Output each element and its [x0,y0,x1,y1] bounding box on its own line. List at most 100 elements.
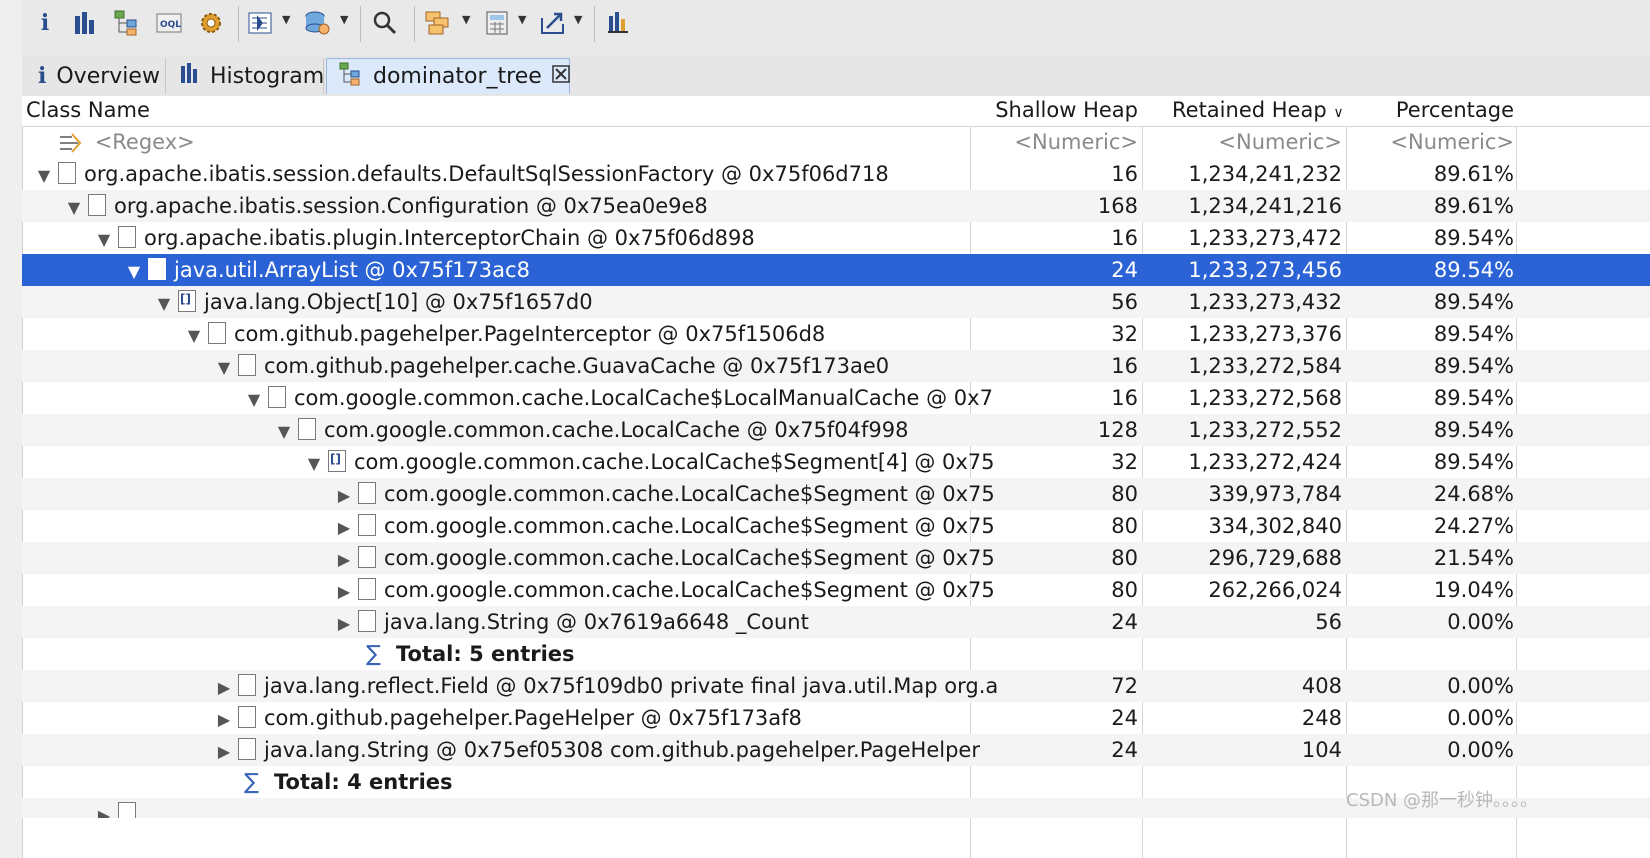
collapsed-arrow-icon[interactable]: ▶ [216,672,232,702]
expanded-arrow-icon[interactable]: ▼ [126,256,142,286]
retained-heap-value: 248 [1301,706,1342,730]
table-row[interactable]: ▼ org.apache.ibatis.session.Configuration… [22,190,1650,222]
shallow-heap-value: 32 [1111,450,1138,474]
total-label: Total: 4 entries [274,770,453,794]
class-name: java.lang.reflect.Field @ 0x75f109db0 pr… [264,674,999,698]
info-icon[interactable]: i [28,6,62,40]
collapsed-arrow-icon[interactable]: ▶ [336,512,352,542]
table-row[interactable]: ▼ com.github.pagehelper.cache.GuavaCache … [22,350,1650,382]
dominator-tree-icon[interactable] [110,6,144,40]
array-icon [328,450,346,472]
numeric-filter-percentage[interactable]: <Numeric> [1348,126,1514,158]
query-browser-icon[interactable] [244,6,278,40]
retained-heap-value: 1,233,272,584 [1188,354,1342,378]
object-icon [238,706,256,728]
collapsed-arrow-icon[interactable]: ▶ [336,576,352,606]
numeric-filter-retained[interactable]: <Numeric> [1144,126,1342,158]
table-row[interactable]: ▼ org.apache.ibatis.session.defaults.Defa… [22,158,1650,190]
group-by-dropdown[interactable]: ▼ [462,13,470,26]
table-row[interactable]: ▶ com.google.common.cache.LocalCache$Segm… [22,574,1650,606]
table-row[interactable]: ▼ org.apache.ibatis.plugin.InterceptorCha… [22,222,1650,254]
class-name: com.github.pagehelper.cache.GuavaCache @… [264,354,890,378]
column-header-retained-heap[interactable]: Retained Heap ∨ [1172,96,1344,126]
table-row[interactable]: ▼ com.google.common.cache.LocalCache$Loca… [22,382,1650,414]
collapsed-arrow-icon[interactable]: ▶ [96,800,112,818]
table-row[interactable]: ▶ com.google.common.cache.LocalCache$Segm… [22,478,1650,510]
calculator-icon[interactable] [480,6,514,40]
object-icon [238,674,256,696]
table-row[interactable]: ▼ com.google.common.cache.LocalCache$Segm… [22,446,1650,478]
export-dropdown[interactable]: ▼ [574,13,582,26]
object-icon [358,578,376,600]
toolbar-separator [414,6,415,42]
table-row-selected[interactable]: ▼ java.util.ArrayList @ 0x75f173ac8 24 1,… [22,254,1650,286]
object-icon [358,546,376,568]
column-header-class-name[interactable]: Class Name [26,96,150,126]
class-name: com.github.pagehelper.PageHelper @ 0x75f… [264,706,802,730]
collapsed-arrow-icon[interactable]: ▶ [336,608,352,638]
table-row[interactable]: ▶ com.github.pagehelper.PageHelper @ 0x75… [22,702,1650,734]
object-icon [358,610,376,632]
table-row[interactable]: ▼ com.google.common.cache.LocalCache @ 0x… [22,414,1650,446]
histogram-icon[interactable] [68,6,102,40]
retained-heap-value: 1,233,273,472 [1188,226,1342,250]
class-name: org.apache.ibatis.session.defaults.Defau… [84,162,889,186]
shallow-heap-value: 80 [1111,514,1138,538]
percentage-value: 24.68% [1433,482,1514,506]
search-icon[interactable] [368,6,402,40]
expanded-arrow-icon[interactable]: ▼ [276,416,292,446]
table-row[interactable]: ▶ java.lang.String @ 0x7619a6648 _Count 2… [22,606,1650,638]
regex-filter-input[interactable]: <Regex> [95,130,195,154]
expanded-arrow-icon[interactable]: ▼ [96,224,112,254]
collapsed-arrow-icon[interactable]: ▶ [336,480,352,510]
table-row[interactable]: ▼ java.lang.Object[10] @ 0x75f1657d0 56 1… [22,286,1650,318]
class-name: com.google.common.cache.LocalCache$Segme… [354,450,995,474]
gear-icon[interactable] [194,6,228,40]
numeric-filter-shallow[interactable]: <Numeric> [972,126,1138,158]
tab-histogram[interactable]: Histogram [168,58,324,94]
oql-icon[interactable]: OQL [152,6,186,40]
toolbar-separator [360,6,361,42]
collapsed-arrow-icon[interactable]: ▶ [336,544,352,574]
leak-suspects-icon[interactable] [602,6,636,40]
class-name: java.util.ArrayList @ 0x75f173ac8 [174,258,530,282]
expanded-arrow-icon[interactable]: ▼ [216,352,232,382]
shallow-heap-value: 16 [1111,386,1138,410]
collapsed-arrow-icon[interactable]: ▶ [216,736,232,766]
heap-dump-dropdown[interactable]: ▼ [340,13,348,26]
table-row[interactable]: ▶ java.lang.reflect.Field @ 0x75f109db0 p… [22,670,1650,702]
table-row[interactable]: ▶ java.lang.String @ 0x75ef05308 com.gith… [22,734,1650,766]
percentage-value: 89.54% [1433,258,1514,282]
expanded-arrow-icon[interactable]: ▼ [36,160,52,190]
collapsed-arrow-icon[interactable]: ▶ [216,704,232,734]
tab-overview[interactable]: i Overview [26,58,166,94]
expanded-arrow-icon[interactable]: ▼ [156,288,172,318]
percentage-value: 89.54% [1433,450,1514,474]
class-name: com.google.common.cache.LocalCache$Local… [294,386,993,410]
expanded-arrow-icon[interactable]: ▼ [66,192,82,222]
export-icon[interactable] [536,6,570,40]
array-icon [178,290,196,312]
close-icon[interactable] [552,64,570,89]
table-row[interactable]: ▶ com.google.common.cache.LocalCache$Segm… [22,542,1650,574]
column-header-percentage[interactable]: Percentage [1348,96,1514,126]
table-row[interactable]: ▼ com.github.pagehelper.PageInterceptor @… [22,318,1650,350]
object-icon [88,194,106,216]
column-header-shallow-heap[interactable]: Shallow Heap [972,96,1138,126]
percentage-value: 24.27% [1433,514,1514,538]
shallow-heap-value: 168 [1097,194,1138,218]
expanded-arrow-icon[interactable]: ▼ [246,384,262,414]
table-row[interactable]: ▶ com.google.common.cache.LocalCache$Segm… [22,510,1650,542]
calculator-dropdown[interactable]: ▼ [518,13,526,26]
retained-heap-value: 334,302,840 [1208,514,1342,538]
group-by-icon[interactable] [422,6,456,40]
total-label: Total: 5 entries [396,642,575,666]
tab-dominator-tree[interactable]: dominator_tree [326,58,570,94]
expanded-arrow-icon[interactable]: ▼ [186,320,202,350]
shallow-heap-value: 24 [1111,738,1138,762]
expanded-arrow-icon[interactable]: ▼ [306,448,322,478]
heap-dump-icon[interactable] [300,6,334,40]
retained-heap-value: 262,266,024 [1208,578,1342,602]
toolbar-separator [594,6,595,42]
query-browser-dropdown[interactable]: ▼ [282,13,290,26]
